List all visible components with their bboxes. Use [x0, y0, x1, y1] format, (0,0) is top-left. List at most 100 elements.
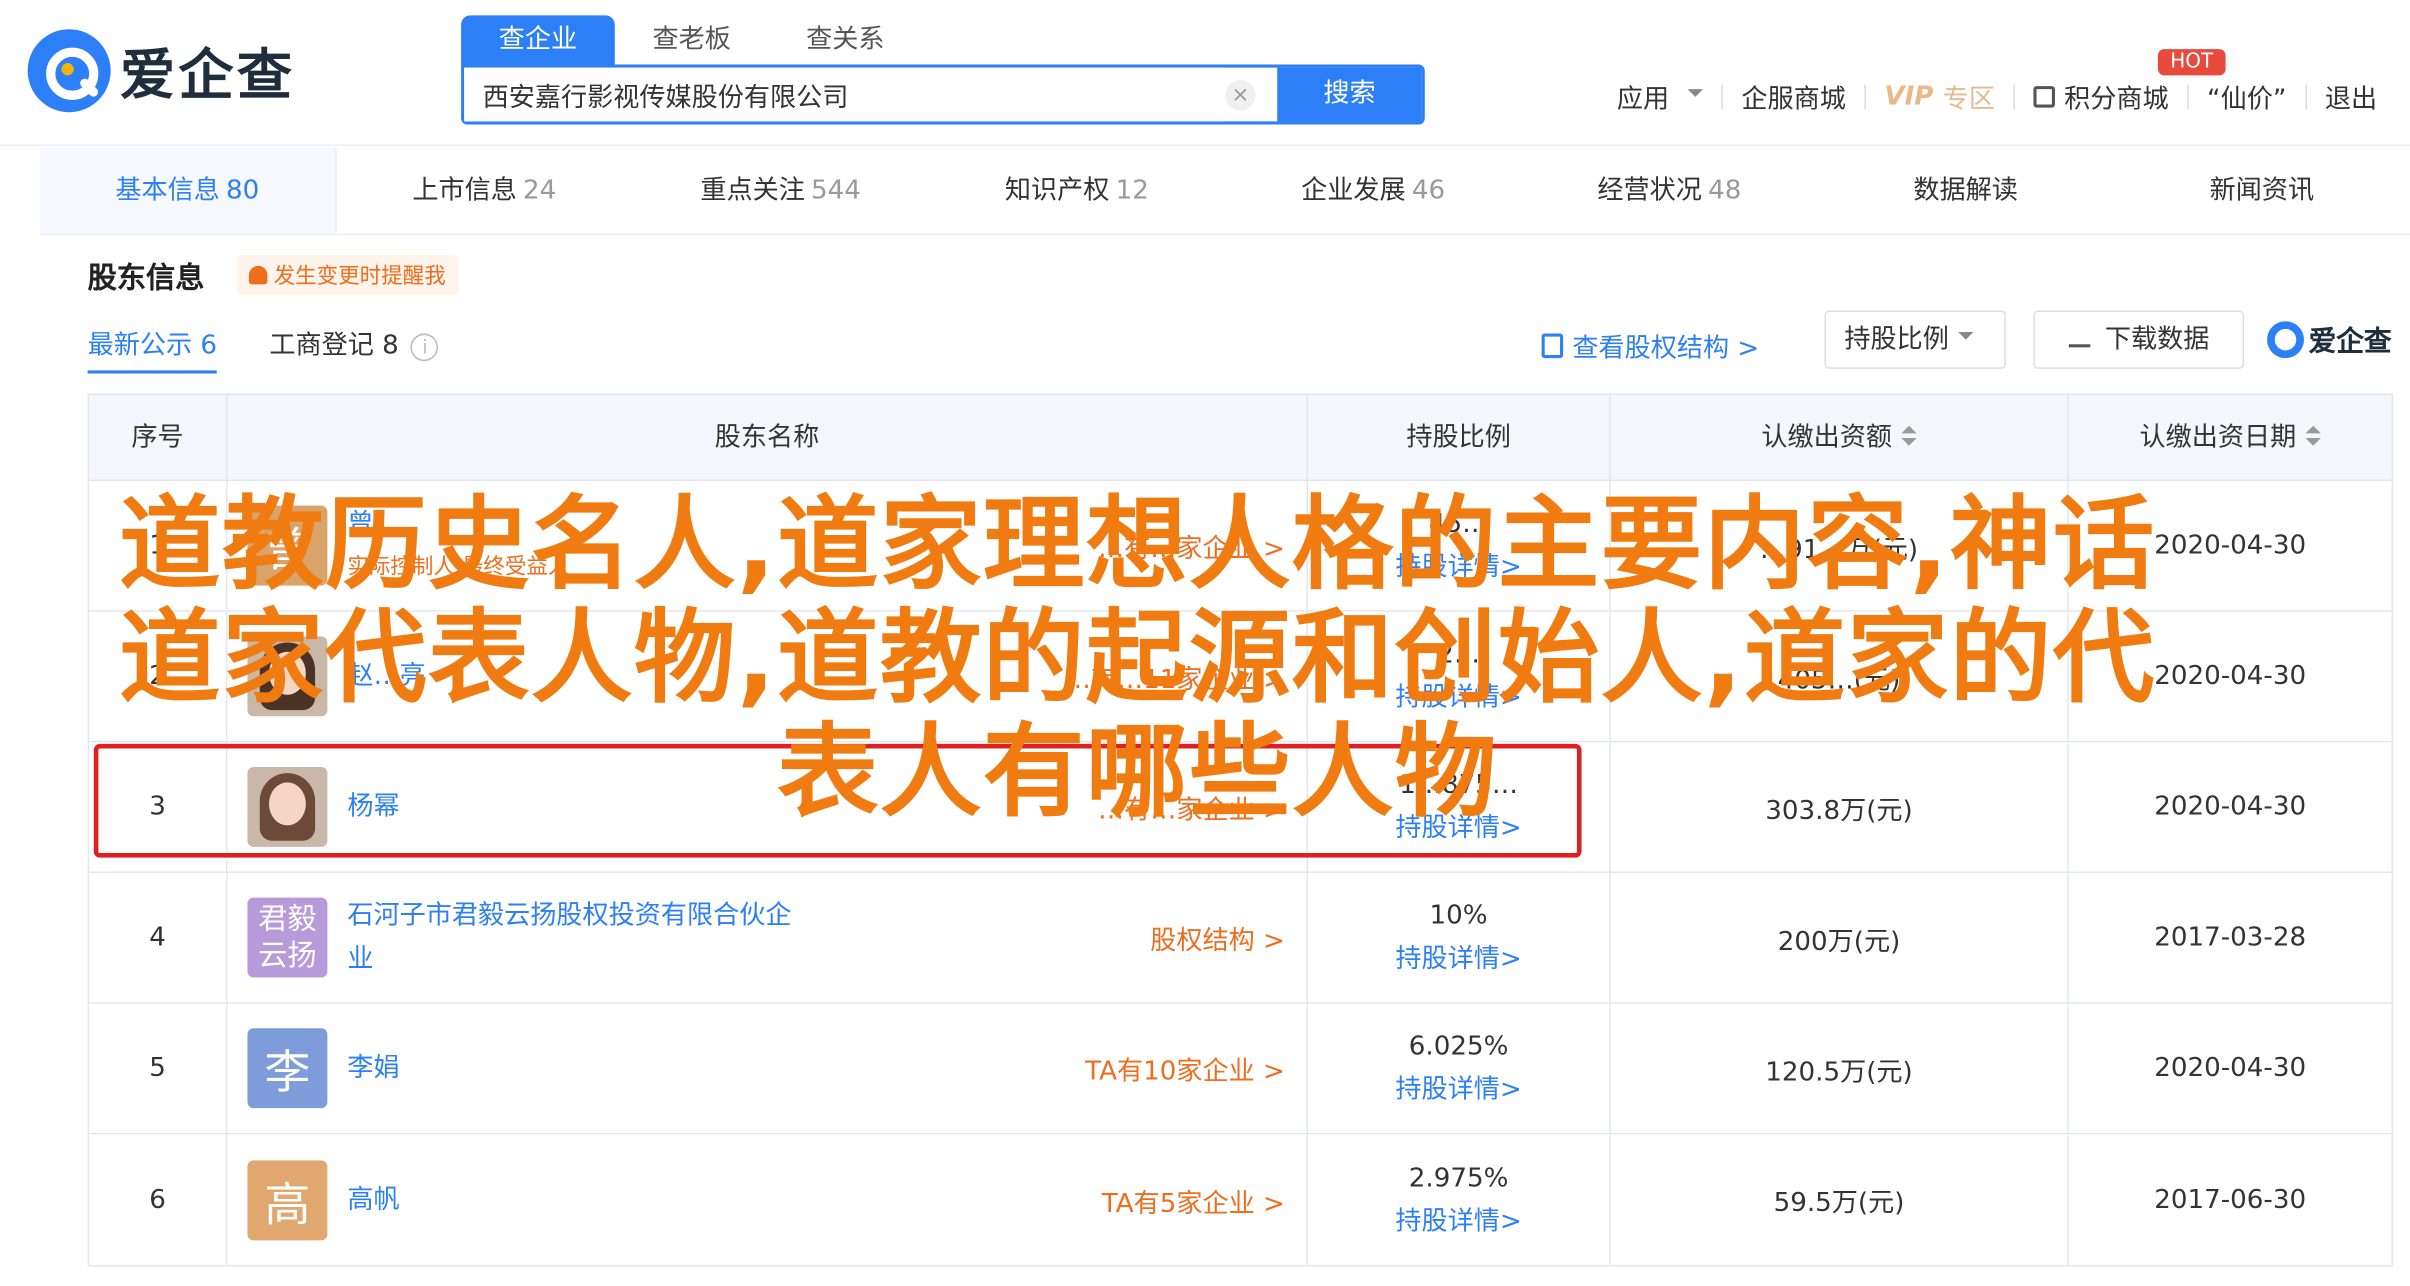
ratio-detail-link[interactable]: 持股详情> — [1395, 1200, 1521, 1243]
col-ratio: 持股比例 — [1308, 395, 1611, 480]
category-tabs: 基本信息 80 上市信息 24 重点关注 544 知识产权 12 企业发展 46 经营状况… — [39, 147, 2410, 236]
shareholder-name-link[interactable]: 石河子市君毅云扬股权投资有限合伙企业 — [347, 895, 793, 981]
table-row: 6 高 高帆 TA有5家企业 > 2.975% 持股详情> 59.5万(元) 20… — [89, 1134, 2391, 1265]
nav-points-mall[interactable]: 积分商城 — [2015, 77, 2187, 115]
top-header: 爱企查 查企业 查老板 查关系 × 搜索 应用 企服商城 VIP专区 积分商城 … — [0, 0, 2410, 147]
shareholder-cell: 李 李娟 TA有10家企业 > — [227, 1003, 1308, 1133]
tab-business-registration[interactable]: 工商登记 8i — [269, 323, 439, 374]
overlay-line: 表人有哪些人物 — [776, 713, 1498, 832]
sort-icon[interactable] — [2305, 425, 2321, 448]
tab-listing-info[interactable]: 上市信息 24 — [336, 148, 632, 234]
change-alert-button[interactable]: 发生变更时提醒我 — [236, 255, 459, 296]
points-mall-label: 积分商城 — [2064, 84, 2169, 116]
ratio-cell: 10% 持股详情> — [1308, 873, 1611, 1003]
overlay-line: 道家代表人物,道教的起源和创始人,道家的代 — [118, 599, 2156, 718]
tab-development[interactable]: 企业发展 46 — [1225, 148, 1521, 234]
tab-search-boss[interactable]: 查老板 — [615, 15, 769, 64]
tab-data-insight[interactable]: 数据解读 — [1818, 148, 2114, 234]
row-no: 4 — [89, 873, 228, 1003]
brand-small-name: 爱企查 — [2308, 325, 2392, 359]
tab-ip[interactable]: 知识产权 12 — [929, 148, 1225, 234]
nav-user[interactable]: “仙价” — [2189, 77, 2305, 116]
section-title: 股东信息 — [87, 261, 205, 296]
shareholder-name-link[interactable]: 高帆 — [347, 1178, 777, 1221]
tab-count: 46 — [1411, 175, 1446, 206]
ratio-detail-link[interactable]: 持股详情> — [1395, 938, 1521, 981]
tab-basic-info[interactable]: 基本信息 80 — [39, 147, 337, 234]
clear-icon[interactable]: × — [1224, 79, 1256, 111]
vip-label: VIP — [1884, 80, 1934, 112]
ratio-value: 6.025% — [1408, 1031, 1509, 1063]
col-amount-label: 认缴出资额 — [1761, 422, 1893, 454]
nav-service-mall[interactable]: 企服商城 — [1723, 77, 1864, 116]
shareholder-sub-tabs: 最新公示 6 工商登记 8i — [87, 323, 439, 374]
ratio-value: 2.975% — [1408, 1162, 1509, 1194]
equity-structure-link[interactable]: 股权结构 > — [1150, 918, 1285, 957]
table-header: 序号 股东名称 持股比例 认缴出资额 认缴出资日期 — [89, 395, 2392, 482]
brand-watermark: 爱企查 — [2267, 320, 2392, 360]
alert-label: 发生变更时提醒我 — [273, 264, 446, 289]
ratio-cell: 2.975% 持股详情> — [1308, 1134, 1611, 1265]
avatar: 李 — [247, 1028, 328, 1109]
sub-tab-label: 最新公示 — [87, 330, 193, 362]
tab-news[interactable]: 新闻资讯 — [2114, 148, 2410, 234]
download-icon — [2068, 326, 2090, 348]
ratio-cell: 6.025% 持股详情> — [1308, 1003, 1611, 1133]
col-shareholder-name: 股东名称 — [227, 395, 1308, 480]
tab-label: 知识产权 — [1004, 175, 1110, 206]
tab-label: 企业发展 — [1301, 175, 1406, 206]
ratio-detail-link[interactable]: 持股详情> — [1395, 1068, 1521, 1111]
nav-apps-label: 应用 — [1616, 84, 1670, 116]
tab-label: 重点关注 — [700, 175, 805, 206]
date-cell: 2020-04-30 — [2154, 1052, 2307, 1084]
chevron-down-icon — [1687, 88, 1703, 103]
search-button[interactable]: 搜索 — [1277, 67, 1422, 122]
bell-icon — [248, 265, 268, 285]
sub-tab-count: 6 — [200, 330, 218, 362]
amount-cell: 59.5万(元) — [1611, 1134, 2069, 1265]
tab-count: 80 — [226, 175, 260, 206]
sub-tab-count: 8 — [382, 330, 399, 362]
sort-icon[interactable] — [1901, 425, 1917, 448]
shareholder-name-link[interactable]: 李娟 — [347, 1047, 777, 1090]
download-data-button[interactable]: 下载数据 — [2033, 310, 2245, 369]
nav-apps[interactable]: 应用 — [1598, 77, 1721, 115]
tab-latest-disclosure[interactable]: 最新公示 6 — [87, 323, 218, 374]
avatar: 高 — [247, 1159, 328, 1240]
tab-label: 数据解读 — [1913, 175, 2018, 206]
nav-vip-zone[interactable]: VIP 专区 — [1866, 77, 2013, 116]
search-input[interactable] — [464, 67, 1225, 122]
related-companies-link[interactable]: TA有5家企业 > — [1102, 1180, 1285, 1219]
chevron-down-icon — [1958, 331, 1974, 347]
tab-operations[interactable]: 经营状况 48 — [1521, 148, 1817, 234]
tab-search-company[interactable]: 查企业 — [461, 15, 615, 65]
shareholder-cell: 君毅云扬 石河子市君毅云扬股权投资有限合伙企业 股权结构 > — [227, 873, 1308, 1003]
overlay-line: 道教历史名人,道家理想人格的主要内容,神话 — [118, 485, 2156, 605]
brand-logo[interactable]: 爱企查 — [27, 28, 295, 114]
tab-count: 544 — [811, 175, 861, 206]
tab-count: 12 — [1115, 175, 1149, 206]
tab-search-relation[interactable]: 查关系 — [769, 15, 923, 64]
related-companies-link[interactable]: TA有10家企业 > — [1085, 1049, 1285, 1088]
top-nav: 应用 企服商城 VIP 专区 积分商城 “仙价” 退出 — [1598, 77, 2395, 116]
col-amount[interactable]: 认缴出资额 — [1611, 395, 2069, 480]
page: 爱企查 查企业 查老板 查关系 × 搜索 应用 企服商城 VIP专区 积分商城 … — [0, 0, 2410, 1286]
logo-icon — [27, 29, 111, 113]
col-date[interactable]: 认缴出资日期 — [2069, 395, 2392, 480]
date-cell: 2017-03-28 — [2154, 922, 2307, 953]
nav-logout[interactable]: 退出 — [2306, 77, 2395, 116]
row-no: 6 — [89, 1134, 228, 1265]
info-icon[interactable]: i — [411, 333, 439, 362]
tab-key-attention[interactable]: 重点关注 544 — [632, 148, 928, 234]
tab-label: 上市信息 — [412, 175, 517, 206]
tab-count: 48 — [1708, 175, 1742, 206]
ratio-sort-select[interactable]: 持股比例 — [1824, 310, 2006, 369]
equity-link-label: 查看股权结构 > — [1572, 333, 1760, 365]
view-equity-structure-link[interactable]: 查看股权结构 > — [1541, 326, 1760, 365]
ratio-value: 10% — [1429, 900, 1488, 932]
overlay-title: 道教历史名人,道家理想人格的主要内容,神话 道家代表人物,道教的起源和创始人,道… — [31, 485, 2244, 832]
amount-cell: 200万(元) — [1611, 873, 2069, 1003]
row-no: 5 — [89, 1003, 228, 1133]
search-bar: × 搜索 — [461, 64, 1425, 125]
date-cell: 2017-06-30 — [2154, 1184, 2307, 1215]
